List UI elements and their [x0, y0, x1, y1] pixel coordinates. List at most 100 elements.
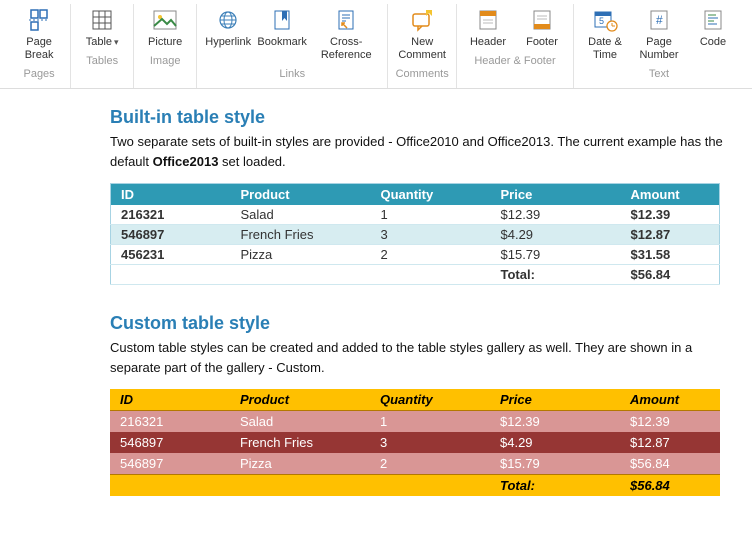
- col-product: Product: [230, 389, 370, 411]
- paragraph-bold: Office2013: [153, 154, 219, 169]
- cell-id: 216321: [111, 205, 231, 225]
- cross-reference-button[interactable]: Cross-Reference: [309, 4, 383, 64]
- col-id: ID: [110, 389, 230, 411]
- ribbon-group-pages: Page Break Pages: [8, 4, 71, 88]
- cell-id: 216321: [110, 411, 230, 433]
- cell-product: Pizza: [231, 245, 371, 265]
- cell-price: $15.79: [490, 453, 620, 475]
- ribbon-group-label: Tables: [86, 55, 118, 71]
- cell-qty: 2: [370, 453, 490, 475]
- paragraph-text: set loaded.: [218, 154, 285, 169]
- table-total-row: Total: $56.84: [111, 265, 720, 285]
- document-area: Built-in table style Two separate sets o…: [0, 89, 752, 544]
- new-comment-button[interactable]: New Comment: [392, 4, 452, 64]
- page-break-icon: [25, 6, 53, 34]
- page-number-button[interactable]: # Page Number: [632, 4, 686, 64]
- picture-label: Picture: [148, 36, 182, 49]
- col-amount: Amount: [620, 389, 720, 411]
- section-paragraph: Two separate sets of built-in styles are…: [110, 132, 742, 171]
- cell-amount: $12.87: [621, 225, 720, 245]
- picture-icon: [151, 6, 179, 34]
- header-icon: [474, 6, 502, 34]
- footer-button[interactable]: Footer: [515, 4, 569, 51]
- col-quantity: Quantity: [370, 389, 490, 411]
- ribbon-group-label: Pages: [23, 68, 54, 84]
- col-id: ID: [111, 184, 231, 206]
- col-product: Product: [231, 184, 371, 206]
- table-icon: [88, 6, 116, 34]
- ribbon-group-label: Image: [150, 55, 181, 71]
- page-break-button[interactable]: Page Break: [12, 4, 66, 64]
- ribbon-group-tables: Table▾ Tables: [71, 4, 134, 88]
- col-price: Price: [491, 184, 621, 206]
- bookmark-label: Bookmark: [257, 36, 307, 49]
- table-row: 546897 Pizza 2 $15.79 $56.84: [110, 453, 720, 475]
- page-break-label: Page Break: [18, 36, 60, 62]
- ribbon-group-label: Header & Footer: [474, 55, 555, 71]
- col-quantity: Quantity: [371, 184, 491, 206]
- ribbon-toolbar: Page Break Pages Table▾ Tables Picture I: [0, 0, 752, 89]
- section-paragraph: Custom table styles can be created and a…: [110, 338, 742, 377]
- header-label: Header: [470, 36, 506, 49]
- date-time-button[interactable]: 5 Date & Time: [578, 4, 632, 64]
- footer-label: Footer: [526, 36, 558, 49]
- ribbon-group-header-footer: Header Footer Header & Footer: [457, 4, 574, 88]
- date-time-label: Date & Time: [588, 36, 622, 62]
- cell-amount: $31.58: [621, 245, 720, 265]
- table-header-row: ID Product Quantity Price Amount: [111, 184, 720, 206]
- table-row: 546897 French Fries 3 $4.29 $12.87: [110, 432, 720, 453]
- svg-text:5: 5: [599, 16, 604, 26]
- hyperlink-icon: [214, 6, 242, 34]
- cell-product: Pizza: [230, 453, 370, 475]
- cell-qty: 3: [371, 225, 491, 245]
- hyperlink-label: Hyperlink: [205, 36, 251, 49]
- table-header-row: ID Product Quantity Price Amount: [110, 389, 720, 411]
- code-button[interactable]: Code: [686, 4, 740, 64]
- picture-button[interactable]: Picture: [138, 4, 192, 51]
- cross-reference-label: Cross-Reference: [315, 36, 377, 62]
- cell-amount: $12.39: [620, 411, 720, 433]
- ribbon-group-comments: New Comment Comments: [388, 4, 457, 88]
- table-button[interactable]: Table▾: [75, 4, 129, 51]
- ribbon-group-label: Text: [649, 68, 669, 84]
- section-title: Built-in table style: [110, 107, 742, 128]
- hyperlink-button[interactable]: Hyperlink: [201, 4, 255, 64]
- new-comment-label: New Comment: [398, 36, 446, 62]
- page-number-icon: #: [645, 6, 673, 34]
- cell-product: Salad: [230, 411, 370, 433]
- code-icon: [699, 6, 727, 34]
- cell-amount: $12.39: [621, 205, 720, 225]
- table-row: 216321 Salad 1 $12.39 $12.39: [110, 411, 720, 433]
- cell-id: 546897: [110, 453, 230, 475]
- ribbon-group-label: Links: [279, 68, 305, 84]
- cell-qty: 3: [370, 432, 490, 453]
- total-value: $56.84: [621, 265, 720, 285]
- header-button[interactable]: Header: [461, 4, 515, 51]
- builtin-style-table: ID Product Quantity Price Amount 216321 …: [110, 183, 720, 285]
- cell-qty: 1: [370, 411, 490, 433]
- total-value: $56.84: [620, 475, 720, 497]
- cell-product: French Fries: [231, 225, 371, 245]
- cell-id: 546897: [110, 432, 230, 453]
- cell-amount: $56.84: [620, 453, 720, 475]
- table-label: Table▾: [86, 36, 119, 49]
- chevron-down-icon: ▾: [114, 37, 119, 47]
- ribbon-group-links: Hyperlink Bookmark Cross-Reference Links: [197, 4, 388, 88]
- table-total-row: Total: $56.84: [110, 475, 720, 497]
- date-time-icon: 5: [591, 6, 619, 34]
- cell-price: $4.29: [491, 225, 621, 245]
- new-comment-icon: [408, 6, 436, 34]
- cell-price: $12.39: [491, 205, 621, 225]
- bookmark-button[interactable]: Bookmark: [255, 4, 309, 64]
- table-row: 216321 Salad 1 $12.39 $12.39: [111, 205, 720, 225]
- cell-qty: 1: [371, 205, 491, 225]
- section-title: Custom table style: [110, 313, 742, 334]
- cell-product: Salad: [231, 205, 371, 225]
- svg-text:#: #: [656, 13, 663, 27]
- col-amount: Amount: [621, 184, 720, 206]
- col-price: Price: [490, 389, 620, 411]
- total-label: Total:: [490, 475, 620, 497]
- footer-icon: [528, 6, 556, 34]
- cell-product: French Fries: [230, 432, 370, 453]
- cell-id: 546897: [111, 225, 231, 245]
